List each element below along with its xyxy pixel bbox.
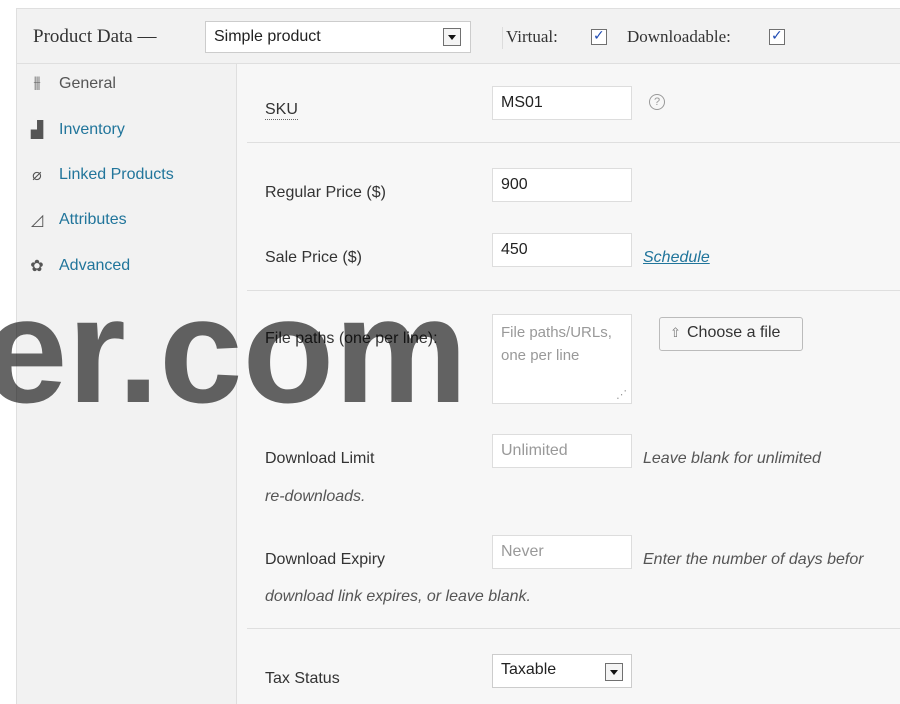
download-expiry-label: Download Expiry xyxy=(265,551,386,568)
regular-price-input[interactable]: 900 xyxy=(492,168,632,202)
ruler-icon: ◿ xyxy=(30,212,44,229)
help-icon[interactable]: ? xyxy=(649,94,665,110)
virtual-checkbox[interactable] xyxy=(591,27,607,45)
product-type-value: Simple product xyxy=(214,28,321,45)
download-expiry-placeholder: Never xyxy=(501,543,544,560)
inventory-icon: ▟ xyxy=(30,122,44,139)
section-divider xyxy=(247,142,900,143)
download-limit-note: Leave blank for unlimited xyxy=(643,450,821,467)
watermark: er.com xyxy=(0,266,468,434)
choose-file-button[interactable]: ⇧ Choose a file xyxy=(659,317,803,351)
upload-icon: ⇧ xyxy=(670,325,681,340)
download-limit-input[interactable]: Unlimited xyxy=(492,434,632,468)
downloadable-label: Downloadable: xyxy=(627,27,731,46)
download-expiry-input[interactable]: Never xyxy=(492,535,632,569)
tab-inventory-label: Inventory xyxy=(59,121,125,138)
tax-status-value: Taxable xyxy=(501,661,557,678)
link-icon: ⌀ xyxy=(32,167,42,184)
product-type-select[interactable]: Simple product xyxy=(205,21,471,53)
sale-price-label: Sale Price ($) xyxy=(265,249,362,266)
choose-file-label: Choose a file xyxy=(687,324,781,341)
tax-status-select[interactable]: Taxable xyxy=(492,654,632,688)
product-data-header: Product Data — Simple product Virtual: D… xyxy=(17,9,900,64)
tab-attributes-label: Attributes xyxy=(59,211,127,228)
file-paths-textarea[interactable]: File paths/URLs, one per line ⋰ xyxy=(492,314,632,404)
regular-price-label: Regular Price ($) xyxy=(265,184,386,201)
section-divider xyxy=(247,628,900,629)
sale-price-value: 450 xyxy=(501,241,528,258)
tab-general-label: General xyxy=(59,75,116,92)
tab-inventory[interactable]: ▟ Inventory xyxy=(17,112,236,152)
tax-status-label: Tax Status xyxy=(265,670,340,687)
download-limit-placeholder: Unlimited xyxy=(501,442,568,459)
sku-label: SKU xyxy=(265,101,298,120)
sliders-icon: ⫵ xyxy=(33,74,41,91)
download-expiry-note-cont: download link expires, or leave blank. xyxy=(265,588,531,605)
tab-linked-products-label: Linked Products xyxy=(59,166,174,183)
tab-general[interactable]: ⫵ General xyxy=(17,66,236,106)
downloadable-checkbox[interactable] xyxy=(769,27,785,45)
panel-title: Product Data — xyxy=(33,26,157,47)
resize-handle-icon[interactable]: ⋰ xyxy=(616,388,627,401)
chevron-down-icon xyxy=(443,28,461,46)
divider xyxy=(502,27,503,49)
virtual-label: Virtual: xyxy=(506,27,558,46)
sku-value: MS01 xyxy=(501,94,543,111)
tab-linked-products[interactable]: ⌀ Linked Products xyxy=(17,157,236,197)
download-limit-note-cont: re-downloads. xyxy=(265,488,366,505)
chevron-down-icon xyxy=(605,663,623,681)
sale-price-input[interactable]: 450 xyxy=(492,233,632,267)
download-expiry-note: Enter the number of days befor xyxy=(643,551,864,568)
tab-attributes[interactable]: ◿ Attributes xyxy=(17,202,236,242)
file-paths-placeholder: File paths/URLs, one per line xyxy=(501,324,612,364)
download-limit-label: Download Limit xyxy=(265,450,375,467)
regular-price-value: 900 xyxy=(501,176,528,193)
schedule-link[interactable]: Schedule xyxy=(643,249,710,267)
sku-input[interactable]: MS01 xyxy=(492,86,632,120)
